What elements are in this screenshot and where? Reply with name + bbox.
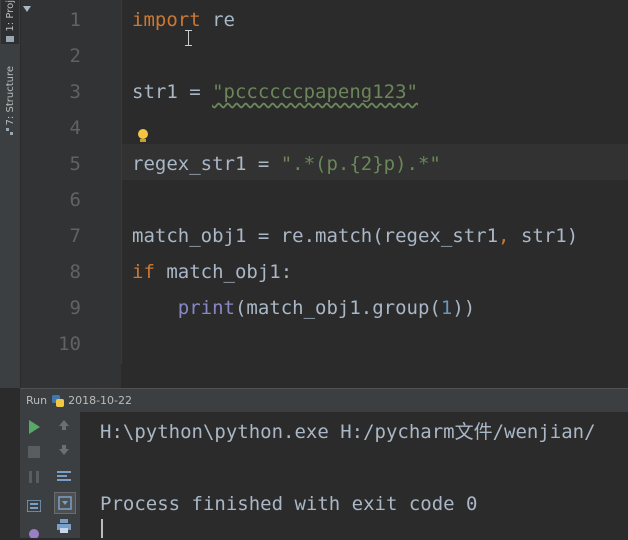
code-text: (match_obj1.group(	[234, 297, 441, 319]
line-number: 1	[69, 9, 81, 31]
run-toolbar	[20, 412, 81, 538]
code-line-8[interactable]: if match_obj1:	[132, 254, 292, 290]
line-number: 3	[69, 81, 81, 103]
soft-wrap-icon[interactable]	[56, 468, 72, 484]
down-arrow-icon[interactable]	[56, 442, 72, 458]
console-line: Process finished with exit code 0	[100, 493, 478, 515]
code-line-3[interactable]: str1 = "pccccccpapeng123"	[132, 74, 418, 110]
string-literal: "pccccccpapeng123"	[212, 81, 418, 103]
pause-icon[interactable]	[26, 469, 42, 485]
line-number: 4	[69, 117, 81, 139]
code-line-9[interactable]: print(match_obj1.group(1))	[132, 290, 475, 326]
run-panel-header: Run 2018-10-22	[20, 388, 628, 412]
code-text: match_obj1:	[154, 261, 293, 283]
run-console[interactable]: H:\python\python.exe H:/pycharm文件/wenjia…	[81, 412, 628, 538]
code-text: str1 =	[132, 81, 213, 103]
code-line-7[interactable]: match_obj1 = re.match(regex_str1, str1)	[132, 218, 578, 254]
code-line-1[interactable]: import re	[132, 2, 235, 38]
tool-window-strip: 1: Proj 7: Structure	[0, 0, 21, 388]
run-panel-title: Run	[26, 394, 48, 407]
keyword-if: if	[132, 261, 155, 283]
lightbulb-icon[interactable]	[138, 129, 148, 139]
code-text: re	[200, 9, 235, 31]
tab-project-label: 1: Proj	[4, 0, 16, 32]
layout-icon[interactable]	[26, 498, 42, 514]
print-icon[interactable]	[56, 518, 72, 534]
line-number: 10	[58, 333, 81, 355]
text-cursor-top	[185, 30, 192, 31]
number-literal: 1	[440, 297, 453, 319]
project-icon	[6, 35, 14, 42]
up-arrow-icon[interactable]	[56, 417, 72, 433]
text-cursor-bottom	[185, 45, 192, 46]
tab-structure-label: 7: Structure	[4, 66, 16, 126]
line-number: 6	[69, 189, 81, 211]
gutter-bottom-area	[21, 364, 121, 388]
python-icon	[52, 394, 65, 407]
run-config-name[interactable]: 2018-10-22	[68, 394, 132, 407]
line-number: 2	[69, 45, 81, 67]
scroll-to-end-icon[interactable]	[54, 492, 76, 514]
tab-project[interactable]: 1: Proj	[1, 0, 19, 44]
code-text: match_obj1 = re.match(regex_str1	[132, 225, 499, 247]
structure-icon	[6, 128, 13, 136]
line-number: 8	[69, 261, 81, 283]
console-caret	[101, 519, 103, 538]
run-icon[interactable]	[26, 419, 42, 435]
code-text: regex_str1 =	[132, 153, 281, 175]
fold-marker-icon[interactable]	[23, 6, 31, 12]
code-editor[interactable]: import re str1 = "pccccccpapeng123" rege…	[122, 0, 628, 364]
builtin-print: print	[177, 297, 235, 319]
keyword-import: import	[132, 9, 201, 31]
code-comma: ,	[498, 225, 510, 247]
code-text: ))	[452, 297, 476, 319]
string-literal: ".*(p.{2}p).*"	[280, 153, 441, 175]
console-line: H:\python\python.exe H:/pycharm文件/wenjia…	[100, 421, 596, 443]
line-number: 7	[69, 225, 81, 247]
lightbulb-base	[140, 139, 146, 142]
editor-gutter: 1 2 3 4 5 6 7 8 9 10	[21, 0, 121, 364]
code-text: str1)	[509, 225, 579, 247]
text-cursor-icon	[188, 31, 189, 45]
stop-icon[interactable]	[26, 444, 42, 460]
line-number: 9	[69, 297, 81, 319]
code-line-5[interactable]: regex_str1 = ".*(p.{2}p).*"	[132, 146, 441, 182]
tab-structure[interactable]: 7: Structure	[1, 66, 19, 150]
line-number: 5	[69, 153, 81, 175]
